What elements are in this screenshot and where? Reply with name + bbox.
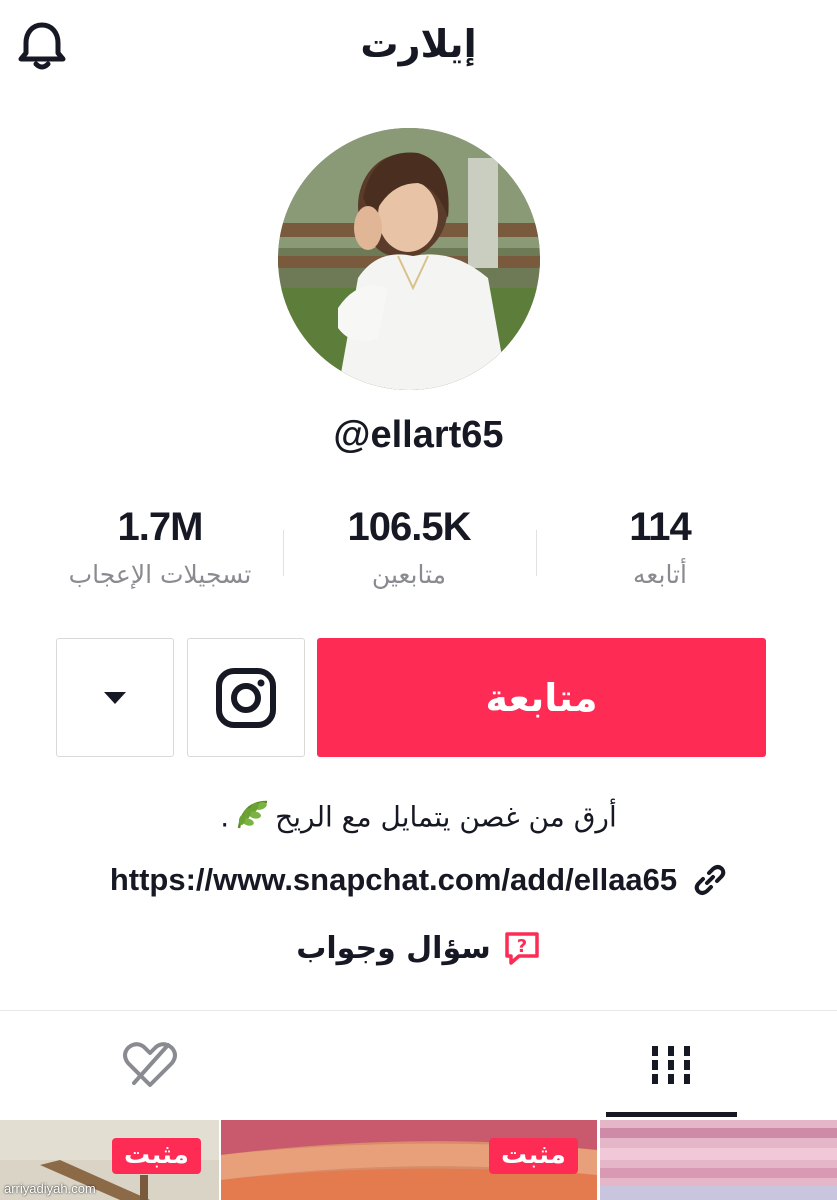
likes-count: 1.7M bbox=[117, 505, 204, 549]
pinned-badge: مثبت bbox=[112, 1138, 201, 1174]
link-icon bbox=[694, 865, 726, 895]
bio-text: أرق من غصن يتمايل مع الريح bbox=[275, 800, 617, 834]
tabs-divider bbox=[0, 1010, 837, 1011]
suggested-accounts-button[interactable] bbox=[56, 638, 174, 757]
link-url: https://www.snapchat.com/add/ellaa65 bbox=[109, 862, 678, 897]
caret-down-icon bbox=[104, 691, 126, 704]
video-thumbnail[interactable] bbox=[600, 1120, 837, 1200]
instagram-icon bbox=[216, 667, 276, 728]
active-tab-indicator bbox=[606, 1112, 737, 1117]
tab-liked-videos[interactable] bbox=[100, 1030, 200, 1100]
following-count: 114 bbox=[629, 505, 692, 549]
profile-link[interactable]: https://www.snapchat.com/add/ellaa65 bbox=[0, 862, 837, 898]
qa-link[interactable]: سؤال وجواب ? bbox=[0, 930, 837, 966]
stat-followers[interactable]: 106.5K متابعين bbox=[279, 505, 539, 589]
followers-label: متابعين bbox=[371, 560, 447, 589]
followers-count: 106.5K bbox=[347, 505, 472, 549]
svg-text:?: ? bbox=[517, 936, 527, 957]
leaf-icon bbox=[233, 796, 271, 841]
qa-label: سؤال وجواب bbox=[296, 930, 491, 966]
pinned-badge: مثبت bbox=[489, 1138, 578, 1174]
tab-videos[interactable] bbox=[606, 1030, 736, 1100]
video-thumbnail[interactable]: مثبت bbox=[221, 1120, 597, 1200]
stat-following[interactable]: 114 أتابعه bbox=[530, 505, 790, 589]
instagram-button[interactable] bbox=[187, 638, 305, 757]
following-label: أتابعه bbox=[633, 560, 687, 589]
avatar[interactable] bbox=[278, 128, 540, 390]
bio-punctuation: . bbox=[220, 800, 230, 834]
watermark: arriyadiyah.com bbox=[4, 1181, 96, 1196]
grid-icon bbox=[652, 1046, 690, 1084]
heart-locked-icon bbox=[123, 1042, 177, 1087]
follow-button[interactable]: متابعة bbox=[317, 638, 766, 757]
question-bubble-icon: ? bbox=[505, 932, 539, 965]
likes-label: تسجيلات الإعجاب bbox=[68, 560, 252, 589]
username: @ellart65 bbox=[333, 414, 504, 456]
bio: أرق من غصن يتمايل مع الريح . bbox=[0, 796, 837, 841]
stat-likes: 1.7M تسجيلات الإعجاب bbox=[30, 505, 290, 589]
page-title: إيلارت bbox=[360, 22, 477, 66]
